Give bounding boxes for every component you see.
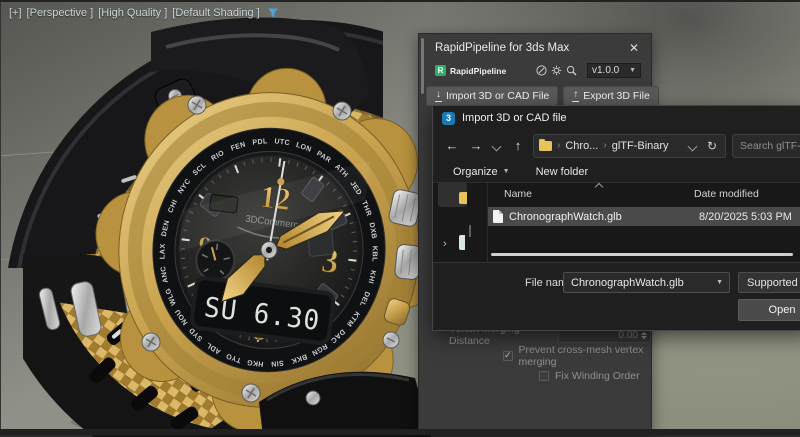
viewport-filter-icon[interactable] — [267, 7, 279, 19]
history-chevron-icon[interactable] — [493, 142, 501, 150]
organize-menu[interactable]: Organize ▼ — [453, 166, 510, 178]
filter-label: Supported Formats — [747, 277, 800, 289]
bezel-city-label: PDL — [252, 137, 268, 147]
file-list: Name Date modified ChronographWatch.glb … — [488, 183, 800, 262]
up-icon[interactable]: ↑ — [509, 138, 527, 153]
breadcrumb-parent[interactable]: Chro... — [565, 140, 598, 152]
watch-model: UTCLONPARATHJEDTHRDXBKBLKHIDELKTMDACRGNB… — [1, 2, 431, 437]
bezel-city-label: LAX — [159, 243, 167, 259]
breadcrumb-current[interactable]: glTF-Binary — [612, 140, 669, 152]
edit-icon[interactable] — [536, 65, 547, 76]
bezel-city-label: SIN — [271, 359, 284, 368]
import-file-dialog: 3 Import 3D or CAD file ← → ↑ › Chro... … — [432, 105, 800, 331]
export-button-label: Export 3D File — [583, 90, 650, 102]
crumb-separator: › — [603, 140, 606, 151]
import-button-label: Import 3D or CAD File — [446, 90, 549, 102]
search-input[interactable] — [733, 135, 800, 157]
new-folder-label: New folder — [536, 166, 589, 178]
viewport-menu-plus[interactable]: [+] — [9, 7, 22, 19]
panel-title: RapidPipeline for 3ds Max — [435, 42, 627, 54]
address-dropdown-icon[interactable] — [689, 142, 697, 150]
horizontal-scrollbar[interactable] — [491, 253, 793, 256]
gear-icon[interactable] — [551, 65, 562, 76]
sort-ascending-icon — [596, 184, 602, 190]
folder-icon — [539, 141, 552, 151]
viewport-menu-pov[interactable]: [Perspective ] — [27, 7, 94, 19]
nav-pane-scrollbar[interactable] — [469, 225, 471, 237]
file-name-value: ChronographWatch.glb — [564, 277, 716, 289]
spinner-arrows-icon[interactable] — [641, 332, 647, 339]
dialog-nav-pane: › — [433, 183, 488, 262]
version-value: v1.0.0 — [592, 65, 619, 76]
column-header-name[interactable]: Name — [488, 188, 694, 200]
file-date-cell: 8/20/2025 5:03 PM — [699, 211, 792, 223]
column-header-date[interactable]: Date modified — [694, 188, 759, 200]
crumb-separator: › — [557, 140, 560, 151]
file-name-cell: ChronographWatch.glb — [509, 211, 699, 223]
date-header-label: Date modified — [694, 188, 759, 200]
rapidpipeline-brand-label: RapidPipeline — [450, 66, 532, 76]
document-icon — [493, 210, 503, 223]
open-button-label: Open — [769, 304, 796, 316]
import-3d-button[interactable]: ↓ Import 3D or CAD File — [426, 86, 558, 106]
new-folder-button[interactable]: New folder — [536, 166, 589, 178]
viewport-bottom-edge — [0, 429, 800, 435]
chevron-down-icon: ▼ — [629, 67, 636, 74]
nav-folder-icon[interactable] — [459, 192, 467, 204]
check-icon: ✓ — [504, 350, 512, 361]
forward-icon[interactable]: → — [467, 138, 485, 153]
back-icon[interactable]: ← — [443, 138, 461, 153]
file-row-selected[interactable]: ChronographWatch.glb 8/20/2025 5:03 PM — [488, 207, 800, 226]
open-button[interactable]: Open — [738, 299, 800, 321]
name-header-label: Name — [504, 188, 532, 200]
fix-winding-checkbox[interactable] — [539, 371, 549, 381]
viewport-menu-quality[interactable]: [High Quality ] — [98, 7, 167, 19]
bezel-city-label: KBL — [371, 246, 379, 263]
upload-tray-icon: ↑ — [572, 90, 579, 102]
fix-winding-label: Fix Winding Order — [555, 370, 640, 382]
panel-close-icon[interactable]: ✕ — [627, 41, 641, 55]
dialog-titlebar[interactable]: 3 Import 3D or CAD file — [433, 106, 800, 130]
prevent-cross-mesh-label: Prevent cross-mesh vertex merging — [519, 344, 651, 368]
refresh-icon[interactable]: ↻ — [704, 139, 720, 153]
expand-chevron-icon[interactable]: › — [443, 238, 447, 250]
search-icon[interactable] — [566, 65, 577, 76]
viewport-menu-shading[interactable]: [Default Shading ] — [172, 7, 259, 19]
file-name-combo[interactable]: ChronographWatch.glb ▼ — [563, 272, 730, 293]
vertex-merge-value: 0.00 — [619, 330, 638, 341]
chevron-down-icon: ▼ — [716, 279, 729, 286]
nav-drive-icon[interactable] — [459, 235, 465, 250]
organize-label: Organize — [453, 166, 498, 178]
address-bar[interactable]: › Chro... › glTF-Binary ↻ — [533, 134, 726, 158]
version-dropdown[interactable]: v1.0.0 ▼ — [587, 63, 641, 78]
panel-drag-handle[interactable] — [421, 38, 424, 94]
viewport-label: [+] [Perspective ] [High Quality ] [Defa… — [9, 7, 279, 19]
3dsmax-app-icon: 3 — [442, 112, 455, 125]
prevent-cross-mesh-checkbox[interactable]: ✓ — [503, 351, 513, 361]
chevron-down-icon: ▼ — [503, 168, 510, 175]
download-tray-icon: ↓ — [435, 90, 442, 102]
rapidpipeline-logo-icon: R — [435, 65, 446, 76]
export-3d-button[interactable]: ↑ Export 3D File — [563, 86, 659, 106]
search-box — [732, 134, 800, 158]
file-type-filter-dropdown[interactable]: Supported Formats — [738, 272, 800, 293]
dialog-title: Import 3D or CAD file — [462, 112, 567, 124]
